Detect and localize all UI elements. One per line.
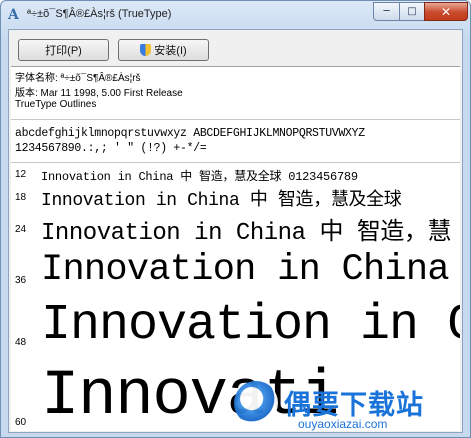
- sample-size-label: 60: [15, 417, 27, 428]
- divider: [11, 162, 460, 163]
- print-button[interactable]: 打印(P): [18, 39, 109, 61]
- window-title: ª÷±õ¯S¶Â®£Às¦rš (TrueType): [27, 8, 172, 20]
- close-button[interactable]: ✕: [424, 2, 468, 21]
- font-type-line: TrueType Outlines: [15, 99, 97, 110]
- watermark-logo-icon: [234, 381, 278, 425]
- sample-size-label: 36: [15, 275, 27, 286]
- font-viewer-window: A ª÷±õ¯S¶Â®£Às¦rš (TrueType) ─ □ ✕ 打印(P)…: [0, 0, 471, 438]
- maximize-icon: □: [407, 6, 417, 17]
- divider: [11, 119, 460, 120]
- minimize-icon: ─: [383, 6, 390, 17]
- minimize-button[interactable]: ─: [373, 2, 400, 21]
- charset-line-letters: abcdefghijklmnopqrstuvwxyz ABCDEFGHIJKLM…: [15, 127, 365, 140]
- uac-shield-icon: [140, 44, 152, 56]
- close-icon: ✕: [440, 4, 452, 19]
- watermark-url: ouyaoxiazai.com: [298, 417, 388, 431]
- sample-size-label: 48: [15, 337, 27, 348]
- sample-size-label: 24: [15, 224, 27, 235]
- sample-text: Innovation in China 中 智造，慧及全球 0123456789: [41, 170, 358, 184]
- sample-text: Innovation in China 中 智造，慧: [41, 220, 451, 247]
- print-button-label: 打印(P): [45, 45, 82, 57]
- sample-size-label: 12: [15, 169, 27, 180]
- site-watermark: 偶要下载站 ouyaoxiazai.com: [228, 381, 464, 435]
- install-button-label: 安装(I): [154, 45, 187, 57]
- font-name-line: 字体名称: ª÷±õ¯S¶Â®£Às¦rš: [15, 73, 141, 84]
- font-version-line: 版本: Mar 11 1998, 5.00 First Release: [15, 88, 183, 99]
- sample-text: Innovation in China: [41, 249, 450, 291]
- install-button[interactable]: 安装(I): [118, 39, 209, 61]
- client-area: 打印(P) 安装(I) 字体名称: ª÷±õ¯S¶Â®£Às¦rš 版本: Ma…: [8, 29, 463, 433]
- sample-text: Innovation in China 中 智造，慧及全球: [41, 191, 402, 211]
- charset-line-symbols: 1234567890.:,; ' " (!?) +-*/=: [15, 142, 207, 155]
- sample-text: Innovation in C: [41, 297, 460, 354]
- sample-size-label: 18: [15, 192, 27, 203]
- font-preview-pane[interactable]: 字体名称: ª÷±õ¯S¶Â®£Às¦rš 版本: Mar 11 1998, 5…: [11, 66, 460, 431]
- font-app-icon: A: [8, 7, 19, 23]
- maximize-button[interactable]: □: [399, 2, 425, 21]
- title-bar[interactable]: A ª÷±õ¯S¶Â®£Às¦rš (TrueType) ─ □ ✕: [1, 1, 470, 29]
